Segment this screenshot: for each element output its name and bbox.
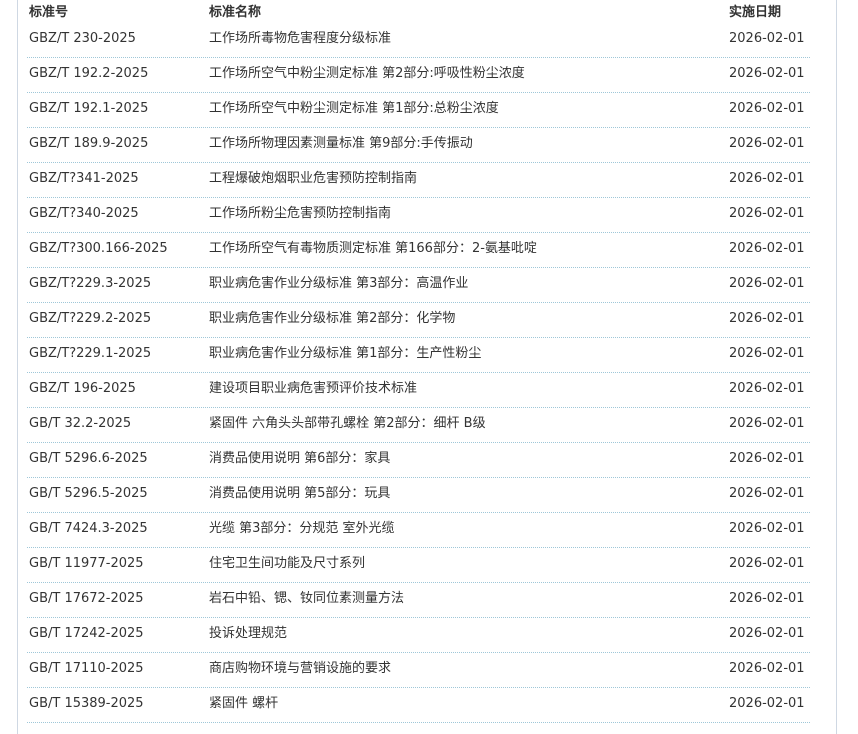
implementation-date: 2026-02-01 [729,66,805,81]
table-row[interactable]: GB/T 32.2-2025 紧固件 六角头头部带孔螺栓 第2部分：细杆 B级 20… [27,408,810,443]
implementation-date: 2026-02-01 [729,381,805,396]
standard-name-link[interactable]: 工作场所空气中粉尘测定标准 第1部分:总粉尘浓度 [209,101,499,117]
implementation-date: 2026-02-01 [729,626,805,641]
standard-name-link[interactable]: 工作场所空气有毒物质测定标准 第166部分：2-氨基吡啶 [209,241,537,257]
implementation-date: 2026-02-01 [729,556,805,571]
table-header: 标准号 标准名称 实施日期 [27,0,810,23]
table-row[interactable]: GB/T 5296.6-2025 消费品使用说明 第6部分：家具 2026-02-0… [27,443,810,478]
standard-name-link[interactable]: 消费品使用说明 第5部分：玩具 [209,486,390,502]
implementation-date: 2026-02-01 [729,451,805,466]
standard-code: GBZ/T?300.166-2025 [29,241,168,256]
implementation-date: 2026-02-01 [729,346,805,361]
standard-code: GB/T 17110-2025 [29,661,144,676]
standard-code: GBZ/T 192.1-2025 [29,101,149,116]
implementation-date: 2026-02-01 [729,661,805,676]
table-row[interactable]: GBZ/T?341-2025 工程爆破炮烟职业危害预防控制指南 2026-02-01 [27,163,810,198]
table-row[interactable]: GBZ/T 196-2025 建设项目职业病危害预评价技术标准 2026-02-01 [27,373,810,408]
standard-name-link[interactable]: 紧固件 螺杆 [209,696,278,712]
table-row[interactable]: GBZ/T?229.2-2025 职业病危害作业分级标准 第2部分：化学物 2026… [27,303,810,338]
table-row[interactable]: GBZ/T?229.1-2025 职业病危害作业分级标准 第1部分：生产性粉尘 20… [27,338,810,373]
implementation-date: 2026-02-01 [729,276,805,291]
header-name: 标准名称 [209,5,262,20]
table-body: GBZ/T 230-2025 工作场所毒物危害程度分级标准 2026-02-01 GB… [27,23,810,723]
standard-name-link[interactable]: 住宅卫生间功能及尺寸系列 [209,556,365,572]
table-row[interactable]: GBZ/T 192.1-2025 工作场所空气中粉尘测定标准 第1部分:总粉尘浓度… [27,93,810,128]
standard-name-link[interactable]: 光缆 第3部分：分规范 室外光缆 [209,521,395,537]
standard-code: GBZ/T?229.2-2025 [29,311,152,326]
standards-table: 标准号 标准名称 实施日期 GBZ/T 230-2025 工作场所毒物危害程度分级… [27,0,810,723]
standard-code: GB/T 17672-2025 [29,591,144,606]
standard-name-link[interactable]: 工作场所物理因素测量标准 第9部分:手传振动 [209,136,473,152]
table-row[interactable]: GB/T 17110-2025 商店购物环境与营销设施的要求 2026-02-01 [27,653,810,688]
implementation-date: 2026-02-01 [729,591,805,606]
standard-name-link[interactable]: 职业病危害作业分级标准 第2部分：化学物 [209,311,455,327]
standard-name-link[interactable]: 消费品使用说明 第6部分：家具 [209,451,390,467]
table-row[interactable]: GBZ/T?340-2025 工作场所粉尘危害预防控制指南 2026-02-01 [27,198,810,233]
standard-name-link[interactable]: 岩石中铅、锶、钕同位素测量方法 [209,591,404,607]
implementation-date: 2026-02-01 [729,31,805,46]
table-row[interactable]: GB/T 17672-2025 岩石中铅、锶、钕同位素测量方法 2026-02-01 [27,583,810,618]
standard-code: GBZ/T 230-2025 [29,31,136,46]
standard-name-link[interactable]: 工作场所空气中粉尘测定标准 第2部分:呼吸性粉尘浓度 [209,66,525,82]
table-row[interactable]: GBZ/T 189.9-2025 工作场所物理因素测量标准 第9部分:手传振动 20… [27,128,810,163]
implementation-date: 2026-02-01 [729,241,805,256]
standard-code: GB/T 32.2-2025 [29,416,132,431]
standard-name-link[interactable]: 商店购物环境与营销设施的要求 [209,661,391,677]
standard-code: GBZ/T 192.2-2025 [29,66,149,81]
standard-code: GBZ/T 196-2025 [29,381,136,396]
table-row[interactable]: GB/T 7424.3-2025 光缆 第3部分：分规范 室外光缆 2026-02-… [27,513,810,548]
standard-code: GBZ/T 189.9-2025 [29,136,149,151]
header-code: 标准号 [29,5,69,20]
implementation-date: 2026-02-01 [729,136,805,151]
standard-name-link[interactable]: 建设项目职业病危害预评价技术标准 [209,381,417,397]
standard-name-link[interactable]: 投诉处理规范 [209,626,287,642]
implementation-date: 2026-02-01 [729,311,805,326]
table-row[interactable]: GB/T 11977-2025 住宅卫生间功能及尺寸系列 2026-02-01 [27,548,810,583]
table-row[interactable]: GBZ/T 230-2025 工作场所毒物危害程度分级标准 2026-02-01 [27,23,810,58]
table-row[interactable]: GBZ/T?229.3-2025 职业病危害作业分级标准 第3部分：高温作业 202… [27,268,810,303]
table-row[interactable]: GBZ/T 192.2-2025 工作场所空气中粉尘测定标准 第2部分:呼吸性粉尘… [27,58,810,93]
standard-name-link[interactable]: 工作场所粉尘危害预防控制指南 [209,206,391,222]
standard-name-link[interactable]: 工程爆破炮烟职业危害预防控制指南 [209,171,417,187]
table-row[interactable]: GB/T 17242-2025 投诉处理规范 2026-02-01 [27,618,810,653]
standard-code: GBZ/T?229.3-2025 [29,276,152,291]
standard-code: GBZ/T?229.1-2025 [29,346,152,361]
standard-name-link[interactable]: 职业病危害作业分级标准 第3部分：高温作业 [209,276,468,292]
standard-code: GB/T 7424.3-2025 [29,521,148,536]
implementation-date: 2026-02-01 [729,696,805,711]
standard-code: GBZ/T?341-2025 [29,171,139,186]
standard-code: GB/T 5296.6-2025 [29,451,148,466]
table-row[interactable]: GB/T 15389-2025 紧固件 螺杆 2026-02-01 [27,688,810,723]
implementation-date: 2026-02-01 [729,101,805,116]
standard-name-link[interactable]: 职业病危害作业分级标准 第1部分：生产性粉尘 [209,346,481,362]
implementation-date: 2026-02-01 [729,486,805,501]
table-row[interactable]: GB/T 5296.5-2025 消费品使用说明 第5部分：玩具 2026-02-0… [27,478,810,513]
implementation-date: 2026-02-01 [729,416,805,431]
table-row[interactable]: GBZ/T?300.166-2025 工作场所空气有毒物质测定标准 第166部分：… [27,233,810,268]
implementation-date: 2026-02-01 [729,171,805,186]
implementation-date: 2026-02-01 [729,206,805,221]
standard-code: GBZ/T?340-2025 [29,206,139,221]
standard-name-link[interactable]: 工作场所毒物危害程度分级标准 [209,31,391,47]
standard-name-link[interactable]: 紧固件 六角头头部带孔螺栓 第2部分：细杆 B级 [209,416,486,432]
implementation-date: 2026-02-01 [729,521,805,536]
standard-code: GB/T 15389-2025 [29,696,144,711]
header-date: 实施日期 [729,5,782,20]
standard-code: GB/T 11977-2025 [29,556,144,571]
standard-code: GB/T 5296.5-2025 [29,486,148,501]
standard-code: GB/T 17242-2025 [29,626,144,641]
